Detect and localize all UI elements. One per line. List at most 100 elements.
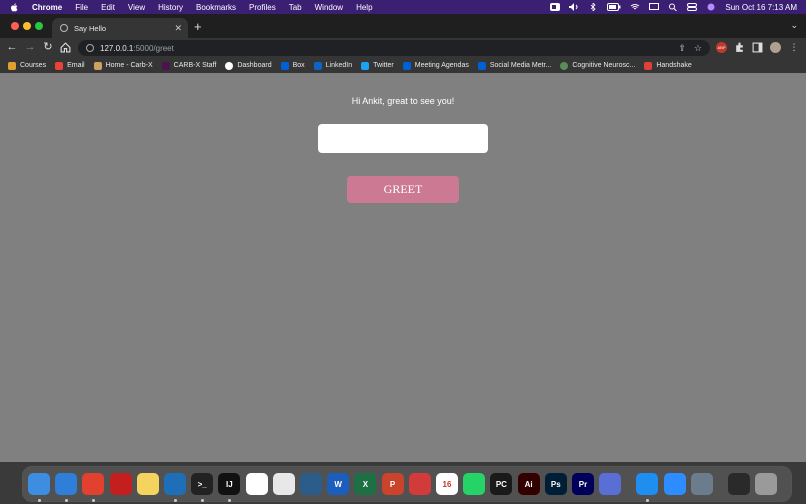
bookmark-social-media-metrics[interactable]: Social Media Metr... [477,61,552,70]
pdf-expert-icon[interactable] [408,473,431,495]
finder-icon[interactable] [28,473,50,495]
powerpoint-icon[interactable]: P [381,473,404,495]
close-tab-icon[interactable]: ✕ [174,23,182,34]
bookmark-email[interactable]: Email [55,61,85,70]
menu-view[interactable]: View [128,3,145,12]
side-panel-icon[interactable] [752,42,763,53]
menu-file[interactable]: File [75,3,88,12]
bookmark-label: Social Media Metr... [489,62,552,69]
whatsapp-icon[interactable] [463,473,486,495]
site-info-icon[interactable] [86,44,94,52]
extensions-icon[interactable] [734,42,745,53]
tableau-icon[interactable] [272,473,295,495]
bookmark-star-icon[interactable]: ☆ [694,43,702,54]
new-tab-icon[interactable]: + [194,19,202,34]
battery-icon[interactable] [607,3,621,11]
greeting-text: Hi Ankit, great to see you! [351,96,455,106]
running-indicator [645,499,649,502]
search-icon[interactable] [668,3,678,11]
chrome-icon[interactable] [82,473,105,495]
slack-icon [161,61,170,70]
navigator-icon[interactable] [599,473,622,495]
page-content: Hi Ankit, great to see you! GREET [0,73,806,462]
bookmark-label: Twitter [373,62,394,69]
premiere-icon[interactable]: Pr [572,473,594,495]
word-icon[interactable]: W [327,473,350,495]
tab-say-hello[interactable]: Say Hello ✕ [52,18,188,38]
share-icon[interactable]: ⇪ [678,43,686,54]
linkedin-icon [313,61,322,70]
safari-icon[interactable] [55,473,78,495]
screen-mirroring-icon[interactable] [649,3,660,11]
mysql-workbench-icon[interactable] [300,473,322,495]
activity-monitor-icon[interactable] [728,473,750,495]
more-menu-icon[interactable]: ⋮ [788,41,800,54]
photoshop-icon[interactable]: Ps [544,473,567,495]
siri-icon[interactable] [706,3,716,11]
url-path: :5000/greet [133,43,174,53]
bookmark-box[interactable]: Box [280,61,305,70]
trash-icon[interactable] [755,473,778,495]
profile-avatar[interactable] [770,42,781,53]
bookmark-dashboard[interactable]: Dashboard [225,61,272,70]
menu-app-name[interactable]: Chrome [32,3,62,12]
word-app-icon[interactable] [245,473,268,495]
bookmark-linkedin[interactable]: LinkedIn [313,61,352,70]
minimize-window-button[interactable] [23,22,31,30]
menu-edit[interactable]: Edit [101,3,115,12]
bookmark-courses[interactable]: Courses [8,61,46,70]
bookmark-handshake[interactable]: Handshake [644,61,692,70]
illustrator-icon[interactable]: Ai [517,473,540,495]
acrobat-icon[interactable] [109,473,132,495]
excel-icon[interactable]: X [354,473,377,495]
volume-icon[interactable] [569,3,579,11]
zoom-icon[interactable] [663,473,686,495]
menu-profiles[interactable]: Profiles [249,3,276,12]
back-icon[interactable]: ← [6,41,18,54]
adblock-icon[interactable]: ABP [716,42,727,53]
twitter-icon [361,61,370,70]
zoom-status-icon[interactable] [550,3,561,11]
control-center-icon[interactable] [687,3,698,11]
bookmarks-bar: Courses Email Home - Carb-X CARB-X Staff… [0,58,806,73]
menu-history[interactable]: History [158,3,183,12]
menu-window[interactable]: Window [315,3,343,12]
bookmark-label: Cognitive Neurosc... [572,62,636,69]
home-icon[interactable] [60,42,71,53]
clock[interactable]: Sun Oct 16 7:13 AM [725,3,797,12]
bluetooth-icon[interactable] [588,3,598,11]
intellij-icon[interactable]: IJ [218,473,241,495]
bookmark-home-carb-x[interactable]: Home - Carb-X [93,61,153,70]
tab-strip: Say Hello ✕ + ⌄ [0,14,806,38]
wifi-icon[interactable] [630,3,640,11]
quicktime-icon[interactable] [690,473,713,495]
apple-icon[interactable] [10,2,18,12]
globe-icon [560,61,569,70]
app-store-icon[interactable] [636,473,659,495]
tab-search-chevron-icon[interactable]: ⌄ [790,20,798,31]
browser-toolbar: ← → ↻ 127.0.0.1:5000/greet ⇪ ☆ ABP ⋮ [0,38,806,58]
vscode-icon[interactable] [164,473,186,495]
address-bar[interactable]: 127.0.0.1:5000/greet ⇪ ☆ [78,40,710,56]
close-window-button[interactable] [11,22,19,30]
menu-help[interactable]: Help [356,3,372,12]
name-input[interactable] [318,124,488,153]
pycharm-icon[interactable]: PC [490,473,513,495]
notes-icon[interactable] [136,473,159,495]
bookmark-label: Dashboard [237,62,272,69]
terminal-icon[interactable]: >_ [191,473,214,495]
tab-title: Say Hello [74,23,107,33]
menu-bookmarks[interactable]: Bookmarks [196,3,236,12]
reload-icon[interactable]: ↻ [42,41,54,54]
greet-button[interactable]: GREET [347,176,459,203]
menu-bar: Chrome File Edit View History Bookmarks … [0,0,806,14]
bookmark-cognitive-neuroscience[interactable]: Cognitive Neurosc... [560,61,636,70]
calendar-icon[interactable]: 16 [436,473,458,495]
menu-tab[interactable]: Tab [289,3,302,12]
bookmark-meeting-agendas[interactable]: Meeting Agendas [402,61,469,70]
zoom-window-button[interactable] [35,22,43,30]
carb-x-icon [93,61,102,70]
bookmark-carb-x-staff[interactable]: CARB-X Staff [161,61,216,70]
forward-icon[interactable]: → [24,41,36,54]
bookmark-twitter[interactable]: Twitter [361,61,394,70]
